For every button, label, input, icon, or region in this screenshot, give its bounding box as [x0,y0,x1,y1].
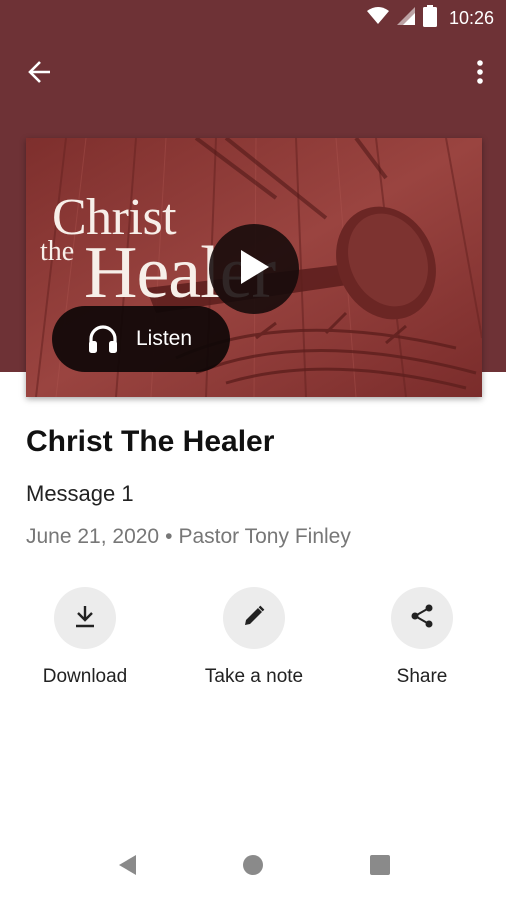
system-nav-bar [0,830,506,900]
share-button[interactable]: Share [352,587,492,697]
nav-recents-button[interactable] [365,852,395,882]
sermon-speaker: Pastor Tony Finley [178,525,351,548]
sermon-subtitle: Message 1 [26,481,134,506]
take-note-label: Take a note [204,666,304,687]
more-options-button[interactable] [468,54,492,94]
take-note-circle [223,587,285,649]
share-circle [391,587,453,649]
take-note-button[interactable]: Take a note [184,587,324,697]
nav-back-button[interactable] [112,852,142,882]
sermon-artwork: Christ the Healer Listen [26,138,482,397]
sermon-meta: June 21, 2020 • Pastor Tony Finley [26,525,351,549]
battery-icon [422,4,437,32]
nav-recents-icon [369,854,391,881]
cell-signal-icon [396,6,415,30]
share-label: Share [396,666,448,687]
status-bar: 10:26 [0,0,506,36]
status-icons: 10:26 [366,4,494,32]
status-time: 10:26 [448,7,494,28]
artwork-title-the: the [40,236,75,267]
pencil-icon [242,604,266,633]
download-circle [54,587,116,649]
download-button[interactable]: Download [15,587,155,697]
sermon-detail-screen: 10:26 Christ the Healer Listen Christ Th… [0,0,506,900]
more-vert-icon [476,59,484,90]
wifi-icon [366,6,389,30]
sermon-title: Christ The Healer [26,425,275,458]
arrow-back-icon [27,59,53,90]
download-label: Download [42,666,128,687]
nav-home-button[interactable] [238,852,268,882]
sermon-date: June 21, 2020 [26,525,160,548]
nav-home-icon [242,854,264,881]
play-icon [237,248,271,291]
play-button[interactable] [209,224,299,314]
back-button[interactable] [18,54,62,94]
nav-back-icon [116,853,138,882]
headphones-icon [86,322,120,356]
share-icon [409,603,435,634]
listen-label: Listen [136,327,193,350]
download-icon [72,603,98,634]
listen-button[interactable]: Listen [52,306,230,372]
meta-separator: • [165,525,173,548]
